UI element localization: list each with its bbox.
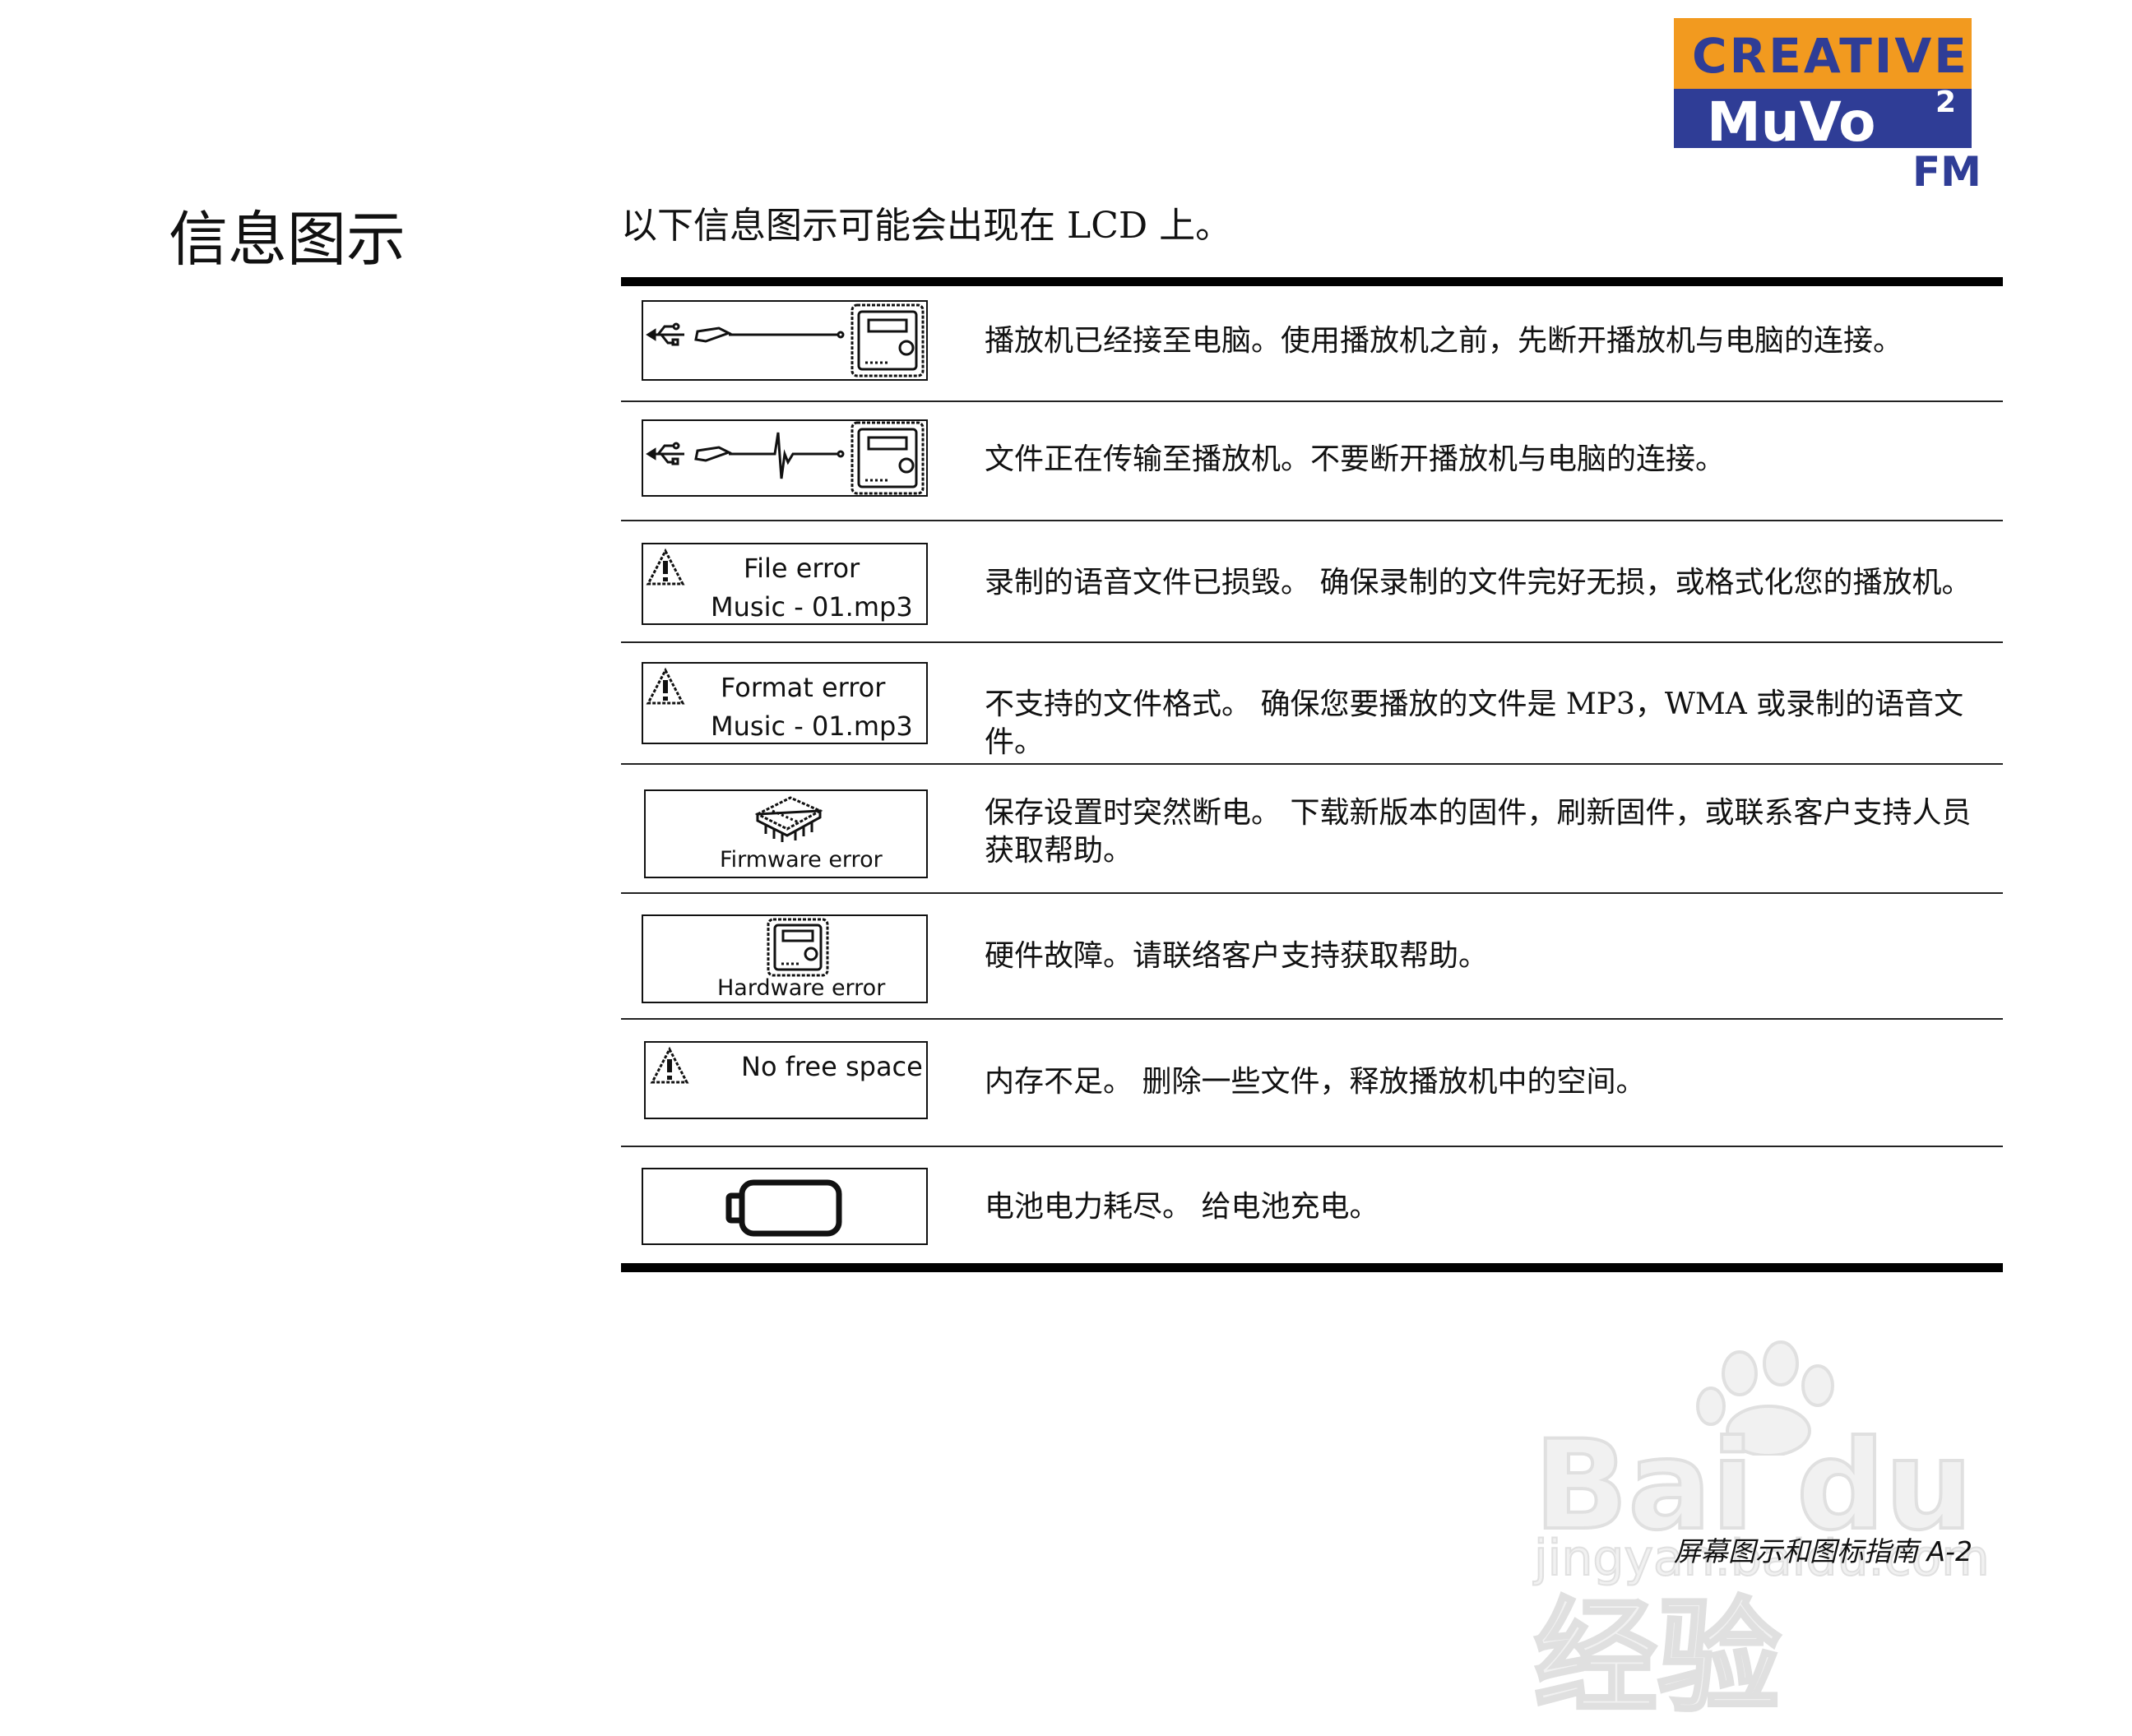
table-bottom-rule xyxy=(621,1263,2003,1272)
warning-icon xyxy=(650,1046,689,1084)
row-description: 文件正在传输至播放机。不要断开播放机与电脑的连接。 xyxy=(985,442,1726,476)
intro-text: 以下信息图示可能会出现在 LCD 上。 xyxy=(621,205,1232,247)
row-divider xyxy=(621,1146,2003,1147)
lcd-line2: Music - 01.mp3 xyxy=(711,591,913,623)
row-description: 保存设置时突然断电。 下载新版本的固件，刷新固件，或联系客户支持人员获取帮助。 xyxy=(985,796,1972,868)
lcd-hardware-error: Hardware error xyxy=(642,914,928,1003)
logo-model: FM xyxy=(1912,148,1981,196)
row-description: 内存不足。 删除一些文件，释放播放机中的空间。 xyxy=(985,1065,1646,1099)
lcd-line1: File error xyxy=(744,553,860,584)
row-divider xyxy=(621,1018,2003,1020)
lcd-line1: No free space xyxy=(741,1051,923,1082)
lcd-line2: Music - 01.mp3 xyxy=(711,711,913,742)
lcd-line1: Format error xyxy=(721,672,886,703)
row-description: 电池电力耗尽。 给电池充电。 xyxy=(985,1190,1379,1224)
warning-icon xyxy=(646,667,685,705)
usb-transfer-icon xyxy=(646,421,925,495)
lcd-no-free-space: No free space xyxy=(644,1041,928,1119)
player-icon xyxy=(767,918,829,977)
lcd-usb-connected xyxy=(642,300,928,381)
logo-brand: CREATIVE xyxy=(1692,28,1969,84)
creative-muvo-logo: CREATIVE MuVo 2 FM xyxy=(1674,18,1981,196)
battery-empty-icon xyxy=(725,1179,842,1237)
page-footer: 屏幕图示和图标指南 A-2 xyxy=(1674,1535,1972,1567)
lcd-line1: Firmware error xyxy=(720,847,883,873)
row-divider xyxy=(621,400,2003,402)
row-description: 录制的语音文件已损毁。 确保录制的文件完好无损，或格式化您的播放机。 xyxy=(985,566,1972,599)
row-divider xyxy=(621,763,2003,765)
row-divider xyxy=(621,892,2003,894)
row-divider xyxy=(621,641,2003,643)
lcd-format-error: Format error Music - 01.mp3 xyxy=(642,662,928,744)
lcd-firmware-error: Firmware error xyxy=(644,789,928,878)
chip-icon xyxy=(754,796,823,842)
logo-product: MuVo xyxy=(1707,90,1876,154)
lcd-line1: Hardware error xyxy=(717,975,886,1001)
table-top-rule xyxy=(621,277,2003,286)
row-description: 不支持的文件格式。 确保您要播放的文件是 MP3，WMA 或录制的语音文件。 xyxy=(985,687,1964,759)
logo-superscript: 2 xyxy=(1935,86,1957,119)
row-description: 播放机已经接至电脑。使用播放机之前，先断开播放机与电脑的连接。 xyxy=(985,324,1903,358)
section-title: 信息图示 xyxy=(169,205,406,274)
usb-connected-icon xyxy=(646,303,925,377)
row-description: 硬件故障。请联络客户支持获取帮助。 xyxy=(985,939,1489,973)
row-divider xyxy=(621,520,2003,521)
lcd-battery-empty xyxy=(642,1168,928,1245)
lcd-usb-transfer xyxy=(642,419,928,497)
lcd-file-error: File error Music - 01.mp3 xyxy=(642,543,928,625)
warning-icon xyxy=(646,548,685,586)
